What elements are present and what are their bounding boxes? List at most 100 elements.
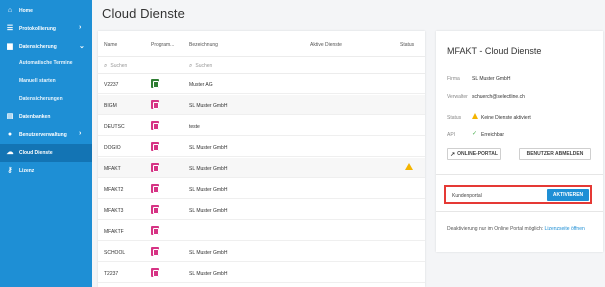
user-icon: ● (7, 131, 13, 138)
sidebar-subitem-manuell-starten[interactable]: Manuell starten (0, 73, 92, 89)
program-icon (151, 226, 159, 235)
program-icon (151, 184, 159, 193)
sidebar-item-benutzerverwaltung[interactable]: ● Benutzerverwaltung › (0, 126, 92, 144)
kundenportal-label: Kundenportal (452, 193, 482, 199)
row-name: MFAKTF (104, 229, 124, 235)
sidebar-item-home[interactable]: ⌂ Home (0, 2, 92, 20)
table-row[interactable]: SCHOOL SL Muster GmbH (98, 242, 425, 262)
verwalter-value: schuerch@selectline.ch (472, 94, 525, 100)
row-name: DEUTSC (104, 124, 125, 130)
kundenportal-row: Kundenportal AKTIVIEREN (444, 185, 592, 204)
program-icon (151, 205, 159, 214)
program-icon (151, 268, 159, 277)
row-bezeichnung: SL Muster GmbH (189, 145, 228, 151)
check-icon: ✓ (472, 131, 478, 137)
sidebar-item-protokollierung[interactable]: ☰ Protokollierung › (0, 20, 92, 38)
column-header-name[interactable]: Name (104, 42, 117, 48)
table-row[interactable]: V2237 Muster AG (98, 74, 425, 94)
table-row[interactable]: T2237 SL Muster GmbH (98, 263, 425, 283)
table-row[interactable]: MFAKT SL Muster GmbH (98, 158, 425, 178)
chevron-down-icon: ⌄ (79, 43, 85, 50)
search-placeholder: Suchen (195, 63, 213, 69)
sidebar-item-label: Cloud Dienste (19, 150, 53, 156)
deactivation-note: Deaktivierung nur im Online Portal mögli… (447, 226, 597, 233)
divider (436, 211, 603, 212)
deactivation-note-text: Deaktivierung nur im Online Portal mögli… (447, 226, 545, 232)
filter-row: ⌕ Suchen ⌕ Suchen (98, 56, 425, 74)
row-bezeichnung: SL Muster GmbH (189, 271, 228, 277)
list-icon: ☰ (6, 25, 14, 32)
api-label: API (447, 132, 456, 138)
logout-user-button-label: BENUTZER ABMELDEN (526, 151, 584, 157)
sidebar-item-label: Lizenz (19, 168, 35, 174)
table-row[interactable]: MFAKT3 SL Muster GmbH (98, 200, 425, 220)
row-bezeichnung: Muster AG (189, 82, 213, 88)
activate-button[interactable]: AKTIVIEREN (547, 189, 589, 201)
chevron-right-icon: › (79, 130, 82, 137)
cloud-services-table: Name Program... Bezeichnung Aktive Diens… (98, 31, 425, 287)
sidebar-item-cloud-dienste[interactable]: ☁ Cloud Dienste (0, 144, 92, 162)
column-header-program[interactable]: Program... (151, 42, 174, 48)
row-bezeichnung: teste (189, 124, 200, 130)
sidebar-item-label: Protokollierung (19, 26, 56, 32)
name-search-input[interactable]: ⌕ Suchen (104, 61, 127, 71)
row-name: MFAKT3 (104, 208, 124, 214)
online-portal-button[interactable]: ↗ ONLINE-PORTAL (447, 148, 501, 160)
home-icon: ⌂ (7, 7, 13, 14)
row-name: SCHOOL (104, 250, 126, 256)
table-row[interactable]: DEUTSC teste (98, 116, 425, 136)
search-placeholder: Suchen (110, 63, 128, 69)
sidebar: ⌂ Home ☰ Protokollierung › ▆ Datensicher… (0, 0, 92, 287)
table-row[interactable]: MFAKTF (98, 221, 425, 241)
search-icon: ⌕ (104, 62, 108, 69)
cloud-icon: ☁ (6, 149, 14, 156)
sidebar-subitem-datensicherungen[interactable]: Datensicherungen (0, 91, 92, 107)
row-bezeichnung: SL Muster GmbH (189, 250, 228, 256)
table-row[interactable]: BIGM SL Muster GmbH (98, 95, 425, 115)
folder-icon: ▆ (7, 43, 13, 50)
row-name: MFAKT2 (104, 187, 124, 193)
warning-icon (472, 113, 478, 119)
sidebar-subitem-automatische-termine[interactable]: Automatische Termine (0, 55, 92, 71)
warning-icon (405, 163, 413, 170)
activate-button-label: AKTIVIEREN (552, 192, 584, 198)
column-header-aktive-dienste[interactable]: Aktive Dienste (310, 42, 342, 48)
status-label: Status (447, 115, 462, 121)
program-icon (151, 121, 159, 130)
row-name: BIGM (104, 103, 117, 109)
sidebar-item-label: Manuell starten (19, 78, 56, 84)
sidebar-item-label: Datenbanken (19, 114, 51, 120)
table-row[interactable]: MFAKT2 SL Muster GmbH (98, 179, 425, 199)
divider (436, 174, 603, 175)
column-header-bezeichnung[interactable]: Bezeichnung (189, 42, 218, 48)
sidebar-item-label: Datensicherung (19, 44, 57, 50)
api-value: Erreichbar (481, 132, 505, 138)
detail-title: MFAKT - Cloud Dienste (447, 46, 542, 56)
status-value: Keine Dienste aktiviert (481, 115, 531, 121)
program-icon (151, 142, 159, 151)
row-bezeichnung: SL Muster GmbH (189, 208, 228, 214)
logout-user-button[interactable]: BENUTZER ABMELDEN (519, 148, 591, 160)
bezeichnung-search-input[interactable]: ⌕ Suchen (189, 61, 212, 71)
firma-label: Firma (447, 76, 460, 82)
sidebar-item-label: Automatische Termine (19, 60, 73, 66)
sidebar-item-datenbanken[interactable]: ▤ Datenbanken (0, 108, 92, 126)
sidebar-item-label: Home (19, 8, 33, 14)
row-name: T2237 (104, 271, 119, 277)
row-name: DOGIO (104, 145, 121, 151)
row-name: V2237 (104, 82, 119, 88)
row-bezeichnung: SL Muster GmbH (189, 166, 228, 172)
sidebar-item-datensicherung[interactable]: ▆ Datensicherung ⌄ (0, 38, 92, 56)
program-icon (151, 247, 159, 256)
online-portal-button-label: ONLINE-PORTAL (457, 151, 498, 157)
column-header-status[interactable]: Status (400, 42, 414, 48)
chevron-right-icon: › (79, 24, 82, 31)
program-icon (151, 79, 159, 88)
row-bezeichnung: SL Muster GmbH (189, 103, 228, 109)
table-row[interactable]: DOGIO SL Muster GmbH (98, 137, 425, 157)
page-title: Cloud Dienste (102, 6, 185, 21)
license-page-link[interactable]: Lizenzseite öffnen (545, 226, 585, 232)
row-bezeichnung: SL Muster GmbH (189, 187, 228, 193)
sidebar-item-lizenz[interactable]: ⚷ Lizenz (0, 162, 92, 180)
firma-value: SL Muster GmbH (472, 76, 511, 82)
